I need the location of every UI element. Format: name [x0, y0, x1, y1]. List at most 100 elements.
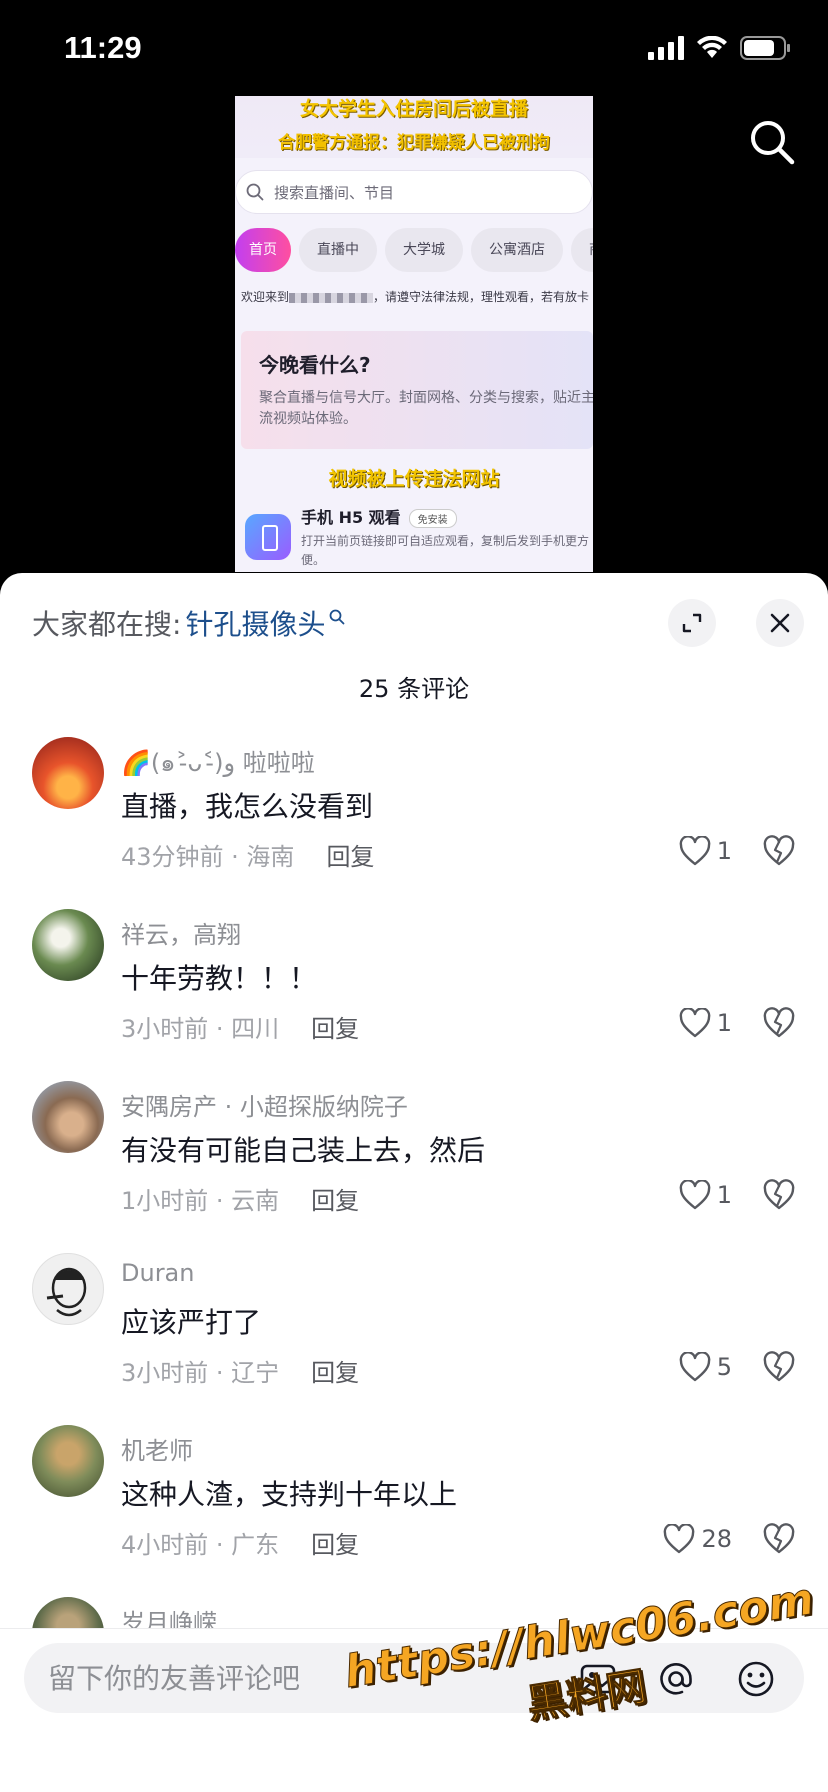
wifi-icon: [697, 36, 727, 58]
video-categories: 首页 直播中 大学城 公寓酒店 商业: [235, 228, 593, 272]
like-count: 1: [716, 1181, 732, 1209]
trending-keyword[interactable]: 针孔摄像头: [185, 603, 325, 643]
trending-label: 大家都在搜:: [32, 608, 182, 641]
comment-text[interactable]: 十年劳教！！！: [121, 957, 317, 997]
avatar[interactable]: [32, 909, 104, 981]
comment-meta: 4小时前 · 广东 回复: [121, 1525, 359, 1560]
heart-icon: [679, 836, 711, 866]
video-headline-bottom: 合肥警方通报：犯罪嫌疑人已被刑拘: [278, 133, 550, 153]
comment-time-location: 1小时前 · 云南: [121, 1187, 280, 1215]
dislike-button[interactable]: [762, 1523, 796, 1555]
trending-search[interactable]: 大家都在搜: 针孔摄像头: [32, 603, 345, 643]
video-promo-card: 今晚看什么? 聚合直播与信号大厅。封面网格、分类与搜索，贴近主流视频站体验。: [241, 331, 593, 449]
video-card-desc: 聚合直播与信号大厅。封面网格、分类与搜索，贴近主流视频站体验。: [259, 390, 593, 427]
video-h5-title: 手机 H5 观看 免安装: [301, 504, 457, 528]
video-search-placeholder: 搜索直播间、节目: [274, 183, 395, 202]
video-overlay-caption: 视频被上传违法网站: [328, 468, 500, 490]
comment-item: 🌈(๑˃̵ᴗ˂̵)و 啦啦啦 直播，我怎么没看到 43分钟前 · 海南 回复 1: [0, 737, 828, 909]
video-category-item: 大学城: [385, 228, 463, 272]
comment-meta: 43分钟前 · 海南 回复: [121, 837, 374, 872]
comment-author[interactable]: 机老师: [121, 1431, 193, 1466]
comment-count: 25 条评论: [358, 675, 470, 703]
expand-icon: [682, 613, 702, 633]
comment-author[interactable]: 祥云，高翔: [121, 915, 241, 950]
heart-icon: [679, 1008, 711, 1038]
dislike-button[interactable]: [762, 1007, 796, 1039]
status-time: 11:29: [64, 30, 142, 65]
dislike-button[interactable]: [762, 1351, 796, 1383]
like-button[interactable]: 1: [679, 1007, 732, 1039]
expand-button[interactable]: [668, 599, 716, 647]
comment-item: Duran 应该严打了 3小时前 · 辽宁 回复 5: [0, 1253, 828, 1425]
video-category-item: 商业: [571, 228, 593, 272]
comment-author[interactable]: 安隅房产 · 小超探版纳院子: [121, 1087, 408, 1122]
like-button[interactable]: 28: [663, 1523, 732, 1555]
video-headline-top: 女大学生入住房间后被直播: [299, 98, 528, 120]
comment-meta: 3小时前 · 辽宁 回复: [121, 1353, 359, 1388]
video-category-item: 首页: [235, 228, 291, 272]
avatar[interactable]: [32, 1253, 104, 1325]
status-bar: 11:29: [0, 0, 828, 96]
comment-author[interactable]: 🌈(๑˃̵ᴗ˂̵)و 啦啦啦: [121, 743, 315, 782]
comment-list: 🌈(๑˃̵ᴗ˂̵)و 啦啦啦 直播，我怎么没看到 43分钟前 · 海南 回复 1 …: [0, 737, 828, 1769]
video-headline: 女大学生入住房间后被直播 合肥警方通报：犯罪嫌疑人已被刑拘: [235, 96, 593, 158]
video-ticker-suffix: ，请遵守法律法规，理性观看，若有放卡: [373, 290, 590, 304]
status-icons: [648, 36, 792, 60]
comment-text[interactable]: 应该严打了: [121, 1301, 261, 1341]
like-count: 1: [716, 1009, 732, 1037]
phone-icon: [245, 514, 291, 560]
comment-text[interactable]: 有没有可能自己装上去，然后: [121, 1129, 485, 1169]
comment-meta: 3小时前 · 四川 回复: [121, 1009, 359, 1044]
video-h5-desc: 打开当前页链接即可自适应观看，复制后发到手机更方便。: [301, 534, 590, 567]
like-button[interactable]: 5: [679, 1351, 732, 1383]
video-h5-title-text: 手机 H5 观看: [301, 508, 401, 527]
comment-panel: 大家都在搜: 针孔摄像头 25 条评论 🌈(๑˃̵ᴗ˂̵)و 啦啦啦 直播，我怎…: [0, 573, 828, 1792]
like-button[interactable]: 1: [679, 1179, 732, 1211]
like-count: 1: [716, 837, 732, 865]
image-icon[interactable]: [578, 1659, 618, 1699]
comment-text[interactable]: 直播，我怎么没看到: [121, 785, 373, 825]
heart-icon: [679, 1180, 711, 1210]
avatar[interactable]: [32, 1081, 104, 1153]
comment-item: 机老师 这种人渣，支持判十年以上 4小时前 · 广东 回复 28: [0, 1425, 828, 1597]
comment-author[interactable]: Duran: [121, 1259, 194, 1287]
avatar[interactable]: [32, 1425, 104, 1497]
comment-meta: 1小时前 · 云南 回复: [121, 1181, 359, 1216]
video-ticker-prefix: 欢迎来到: [241, 290, 290, 304]
video-category-item: 公寓酒店: [471, 228, 563, 272]
comment-time-location: 43分钟前 · 海南: [121, 843, 295, 871]
close-icon: [770, 613, 790, 633]
battery-icon: [740, 36, 790, 60]
heart-icon: [679, 1352, 711, 1382]
avatar[interactable]: [32, 737, 104, 809]
mention-icon[interactable]: [656, 1659, 696, 1699]
search-icon: [330, 609, 345, 625]
comment-time-location: 3小时前 · 辽宁: [121, 1359, 280, 1387]
avatar-portrait: [46, 1267, 87, 1317]
video-search-bar: 搜索直播间、节目: [235, 170, 593, 214]
video-frame: 女大学生入住房间后被直播 合肥警方通报：犯罪嫌疑人已被刑拘 搜索直播间、节目 首…: [235, 96, 593, 572]
close-button[interactable]: [756, 599, 804, 647]
dislike-button[interactable]: [762, 1179, 796, 1211]
video-card-title: 今晚看什么?: [259, 353, 371, 377]
video-h5-section: 手机 H5 观看 免安装 打开当前页链接即可自适应观看，复制后发到手机更方便。: [245, 492, 593, 572]
video-category-item: 直播中: [299, 228, 377, 272]
reply-button[interactable]: 回复: [311, 1531, 359, 1559]
video-player[interactable]: 女大学生入住房间后被直播 合肥警方通报：犯罪嫌疑人已被刑拘 搜索直播间、节目 首…: [0, 96, 828, 576]
reply-button[interactable]: 回复: [311, 1015, 359, 1043]
dislike-button[interactable]: [762, 835, 796, 867]
comment-time-location: 4小时前 · 广东: [121, 1531, 280, 1559]
heart-icon: [664, 1524, 695, 1554]
comment-input-bar: [0, 1628, 828, 1792]
video-ticker: 欢迎来到 ，请遵守法律法规，理性观看，若有放卡: [235, 288, 593, 305]
like-count: 5: [716, 1353, 732, 1381]
search-button[interactable]: [746, 116, 798, 168]
video-h5-badge: 免安装: [408, 509, 457, 528]
emoji-icon[interactable]: [736, 1659, 776, 1699]
reply-button[interactable]: 回复: [326, 843, 374, 871]
reply-button[interactable]: 回复: [311, 1187, 359, 1215]
comment-text[interactable]: 这种人渣，支持判十年以上: [121, 1473, 457, 1513]
like-button[interactable]: 1: [679, 835, 732, 867]
reply-button[interactable]: 回复: [311, 1359, 359, 1387]
comment-time-location: 3小时前 · 四川: [121, 1015, 280, 1043]
